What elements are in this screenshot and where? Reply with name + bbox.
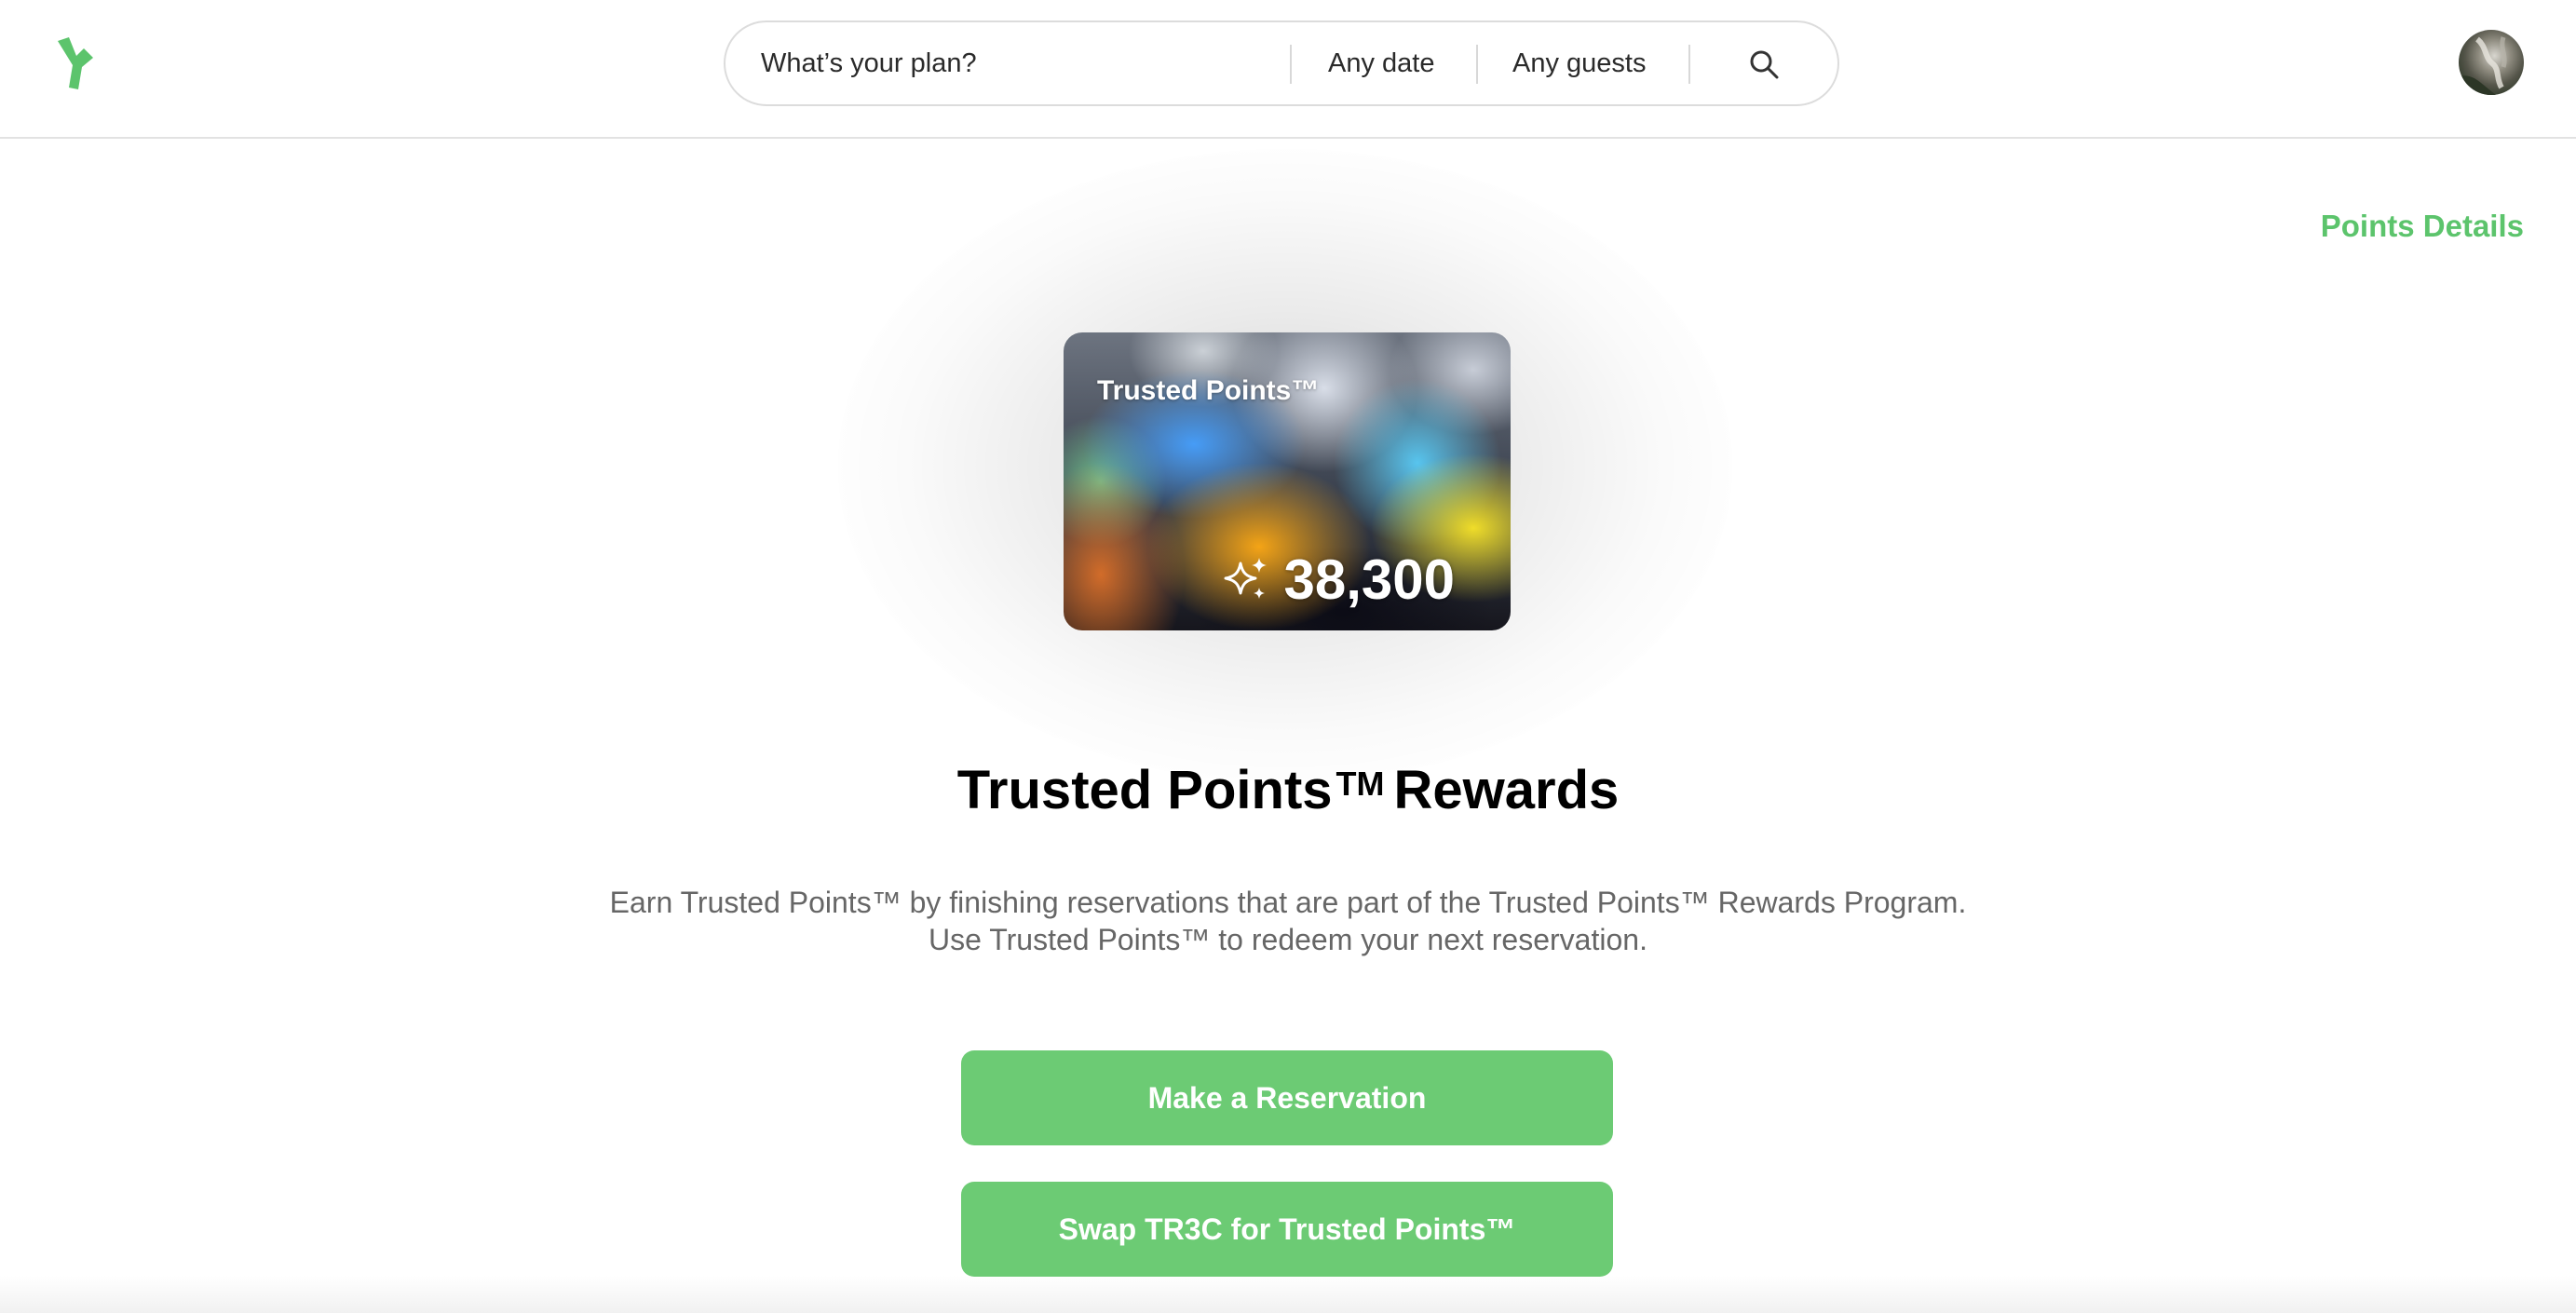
top-header: Any date Any guests [0, 0, 2576, 139]
sparkle-icon [1224, 557, 1268, 599]
description-line-2: Use Trusted Points™ to redeem your next … [929, 923, 1647, 956]
sprout-logo-icon[interactable] [52, 34, 104, 93]
search-button[interactable] [1741, 41, 1787, 88]
rewards-page: Any date Any guests Points Details Trust… [0, 0, 2576, 1313]
plan-search-input[interactable] [761, 22, 1282, 104]
card-points-row: 38,300 [1222, 548, 1455, 612]
card-points-value: 38,300 [1283, 548, 1455, 611]
page-title: Trusted Points TM Rewards [0, 759, 2576, 821]
trademark-mark: TM [1335, 765, 1385, 803]
points-details-link[interactable]: Points Details [2321, 209, 2524, 244]
user-avatar[interactable] [2459, 30, 2524, 95]
trusted-points-card: Trusted Points™ 38,300 [1064, 332, 1511, 630]
search-icon [1750, 50, 1779, 79]
page-title-suffix: Rewards [1393, 760, 1620, 820]
guests-selector[interactable]: Any guests [1512, 22, 1646, 104]
swap-tr3c-button[interactable]: Swap TR3C for Trusted Points™ [961, 1182, 1613, 1277]
page-title-prefix: Trusted Points [956, 760, 1333, 820]
rewards-description: Earn Trusted Points™ by finishing reserv… [0, 884, 2576, 958]
date-selector[interactable]: Any date [1328, 22, 1434, 104]
search-divider [1688, 45, 1690, 84]
search-bar: Any date Any guests [724, 20, 1839, 106]
make-reservation-button[interactable]: Make a Reservation [961, 1050, 1613, 1145]
card-title: Trusted Points™ [1097, 375, 1320, 406]
description-line-1: Earn Trusted Points™ by finishing reserv… [609, 886, 1967, 919]
bottom-fade [0, 1276, 2576, 1313]
search-divider [1476, 45, 1478, 84]
search-divider [1290, 45, 1292, 84]
